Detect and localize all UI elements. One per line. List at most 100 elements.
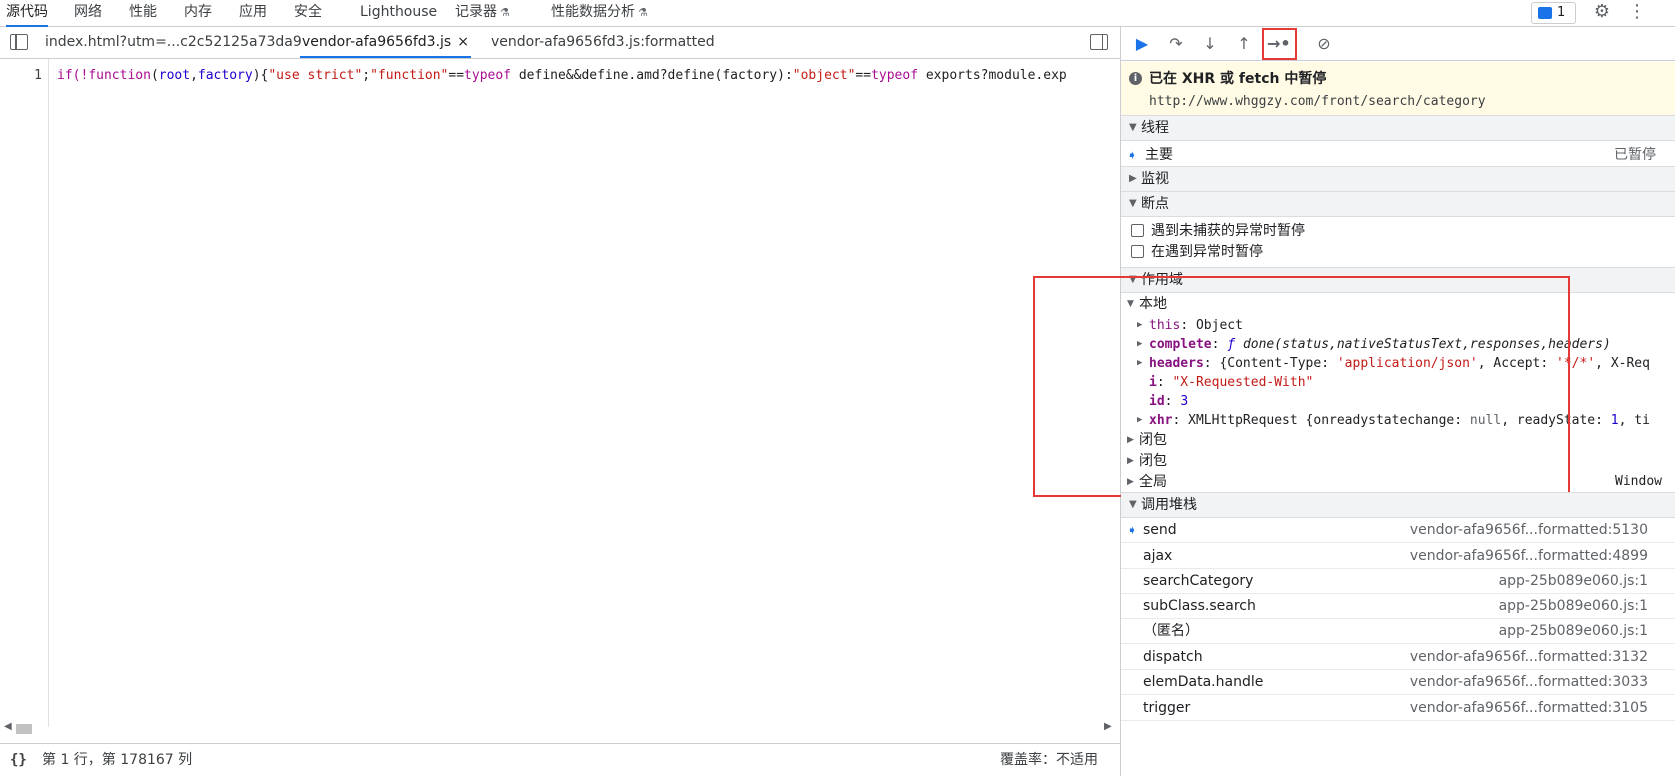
callstack-section-header[interactable]: ▼ 调用堆栈: [1121, 492, 1675, 518]
tab-lighthouse[interactable]: Lighthouse: [360, 0, 437, 26]
frame-function: subClass.search: [1143, 598, 1256, 614]
editor-status-bar: {} 第 1 行，第 178167 列 覆盖率：不适用: [0, 743, 1120, 776]
toggle-debugger-icon[interactable]: [1090, 34, 1108, 50]
code-token: ==: [855, 68, 872, 83]
expand-triangle-icon: ▼: [1129, 122, 1137, 133]
step-into-icon[interactable]: ↓: [1199, 33, 1221, 55]
code-line: if(!function(root,factory){"use strict";…: [57, 68, 1067, 83]
tab-memory[interactable]: 内存: [184, 0, 212, 26]
gear-icon[interactable]: ⚙: [1588, 0, 1616, 26]
thread-row-main[interactable]: ➧ 主要 已暂停: [1121, 143, 1675, 167]
flask-icon: ⚗: [500, 6, 510, 19]
toggle-navigator-icon[interactable]: [10, 34, 28, 50]
frame-function: trigger: [1143, 700, 1191, 716]
step-out-icon[interactable]: ↑: [1233, 33, 1255, 55]
pause-caught-option[interactable]: 在遇到异常时暂停: [1121, 241, 1675, 263]
scroll-left-icon[interactable]: ◀: [4, 721, 12, 732]
callstack-frame[interactable]: searchCategory app-25b089e060.js:1: [1121, 569, 1675, 594]
current-thread-icon: ➧: [1127, 148, 1138, 162]
code-token: typeof: [464, 68, 512, 83]
info-icon: i: [1129, 72, 1142, 85]
var-value-part: 1: [1610, 413, 1619, 428]
pause-uncaught-option[interactable]: 遇到未捕获的异常时暂停: [1121, 220, 1675, 242]
tab-security[interactable]: 安全: [294, 0, 322, 26]
file-tab-vendor[interactable]: vendor-afa9656fd3.js ×: [300, 27, 471, 58]
close-icon[interactable]: ×: [457, 34, 469, 50]
frame-function: ajax: [1143, 548, 1173, 564]
frame-location[interactable]: vendor-afa9656f...formatted:5130: [1410, 518, 1648, 542]
checkbox[interactable]: [1131, 224, 1144, 237]
line-number: 1: [34, 68, 42, 83]
paused-title: 已在 XHR 或 fetch 中暂停: [1149, 71, 1327, 87]
devtools-tab-bar: 源代码 网络 性能 内存 应用 安全 Lighthouse 记录器 ⚗ 性能数据分…: [0, 0, 1675, 27]
callstack-frame[interactable]: dispatch vendor-afa9656f...formatted:313…: [1121, 645, 1675, 670]
issues-button[interactable]: 1: [1531, 2, 1576, 24]
code-token: define&&define.amd?define(factory):: [511, 68, 793, 83]
callstack-frame[interactable]: ➧ send vendor-afa9656f...formatted:5130: [1121, 518, 1675, 543]
code-token: factory: [197, 68, 253, 83]
code-token: typeof: [871, 68, 919, 83]
tab-performance-insights[interactable]: 性能数据分析 ⚗: [551, 0, 648, 26]
code-token: ,: [190, 68, 198, 83]
tab-label: 源代码: [6, 4, 48, 20]
watch-section-header[interactable]: ▶ 监视: [1121, 166, 1675, 192]
more-options-icon[interactable]: ⋮: [1628, 0, 1646, 26]
debugger-sidebar: ▶ ↷ ↓ ↑ →• ⊘ i 已在 XHR 或 fetch 中暂停 http:/…: [1033, 27, 1675, 776]
section-label: 断点: [1141, 196, 1169, 212]
checkbox-label: 遇到未捕获的异常时暂停: [1151, 223, 1305, 239]
callstack-frame[interactable]: elemData.handle vendor-afa9656f...format…: [1121, 670, 1675, 695]
issues-icon: [1538, 7, 1552, 19]
frame-location[interactable]: vendor-afa9656f...formatted:3033: [1410, 670, 1648, 694]
frame-location[interactable]: vendor-afa9656f...formatted:3105: [1410, 696, 1648, 720]
paused-banner: i 已在 XHR 或 fetch 中暂停 http://www.whggzy.c…: [1121, 62, 1675, 120]
frame-function: elemData.handle: [1143, 674, 1264, 690]
code-token: root: [158, 68, 191, 83]
tab-performance[interactable]: 性能: [129, 0, 157, 26]
code-editor[interactable]: 1 if(!function(root,factory){"use strict…: [0, 59, 1120, 727]
current-frame-icon: ➧: [1127, 523, 1138, 537]
horizontal-scrollbar[interactable]: ◀ ▶: [0, 721, 1120, 737]
code-token: "use strict": [268, 68, 363, 83]
issues-count: 1: [1557, 5, 1566, 20]
code-token: (: [150, 68, 159, 83]
checkbox-label: 在遇到异常时暂停: [1151, 244, 1263, 260]
step-over-icon[interactable]: ↷: [1165, 33, 1187, 55]
resume-icon[interactable]: ▶: [1131, 33, 1153, 55]
scroll-right-icon[interactable]: ▶: [1104, 721, 1112, 732]
frame-location[interactable]: vendor-afa9656f...formatted:4899: [1410, 544, 1648, 568]
code-token: "function": [370, 68, 449, 83]
paused-url: http://www.whggzy.com/front/search/categ…: [1149, 94, 1486, 109]
breakpoints-section-header[interactable]: ▼ 断点: [1121, 191, 1675, 217]
tab-label: 记录器: [455, 4, 497, 20]
scope-value: Window: [1615, 474, 1662, 489]
frame-location[interactable]: app-25b089e060.js:1: [1499, 619, 1648, 643]
frame-function: （匿名）: [1143, 623, 1199, 639]
expand-triangle-icon: ▼: [1129, 198, 1137, 209]
checkbox[interactable]: [1131, 245, 1144, 258]
deactivate-breakpoints-icon[interactable]: ⊘: [1313, 33, 1335, 55]
tab-network[interactable]: 网络: [74, 0, 102, 26]
frame-function: searchCategory: [1143, 573, 1254, 589]
frame-location[interactable]: app-25b089e060.js:1: [1499, 569, 1648, 593]
var-value-part: , ti: [1618, 413, 1650, 428]
line-gutter: 1: [0, 59, 49, 727]
callstack-frame[interactable]: ajax vendor-afa9656f...formatted:4899: [1121, 544, 1675, 569]
tab-sources[interactable]: 源代码: [6, 0, 48, 27]
highlight-box-step: [1262, 28, 1297, 60]
callstack-frame[interactable]: trigger vendor-afa9656f...formatted:3105: [1121, 696, 1675, 721]
var-value-part: , X-Req: [1595, 356, 1650, 371]
tab-recorder[interactable]: 记录器 ⚗: [455, 0, 510, 26]
tab-application[interactable]: 应用: [239, 0, 267, 26]
code-token: ==: [448, 68, 465, 83]
callstack-frame[interactable]: subClass.search app-25b089e060.js:1: [1121, 594, 1675, 619]
threads-section-header[interactable]: ▼ 线程: [1121, 115, 1675, 141]
code-token: ;: [362, 68, 371, 83]
pretty-print-button[interactable]: {}: [10, 744, 27, 776]
file-tab-index[interactable]: index.html?utm=...c2c52125a73da9: [45, 27, 302, 58]
frame-location[interactable]: vendor-afa9656f...formatted:3132: [1410, 645, 1648, 669]
callstack-frame[interactable]: （匿名） app-25b089e060.js:1: [1121, 619, 1675, 644]
file-tab-vendor-formatted[interactable]: vendor-afa9656fd3.js:formatted: [491, 27, 715, 58]
scrollbar-thumb[interactable]: [16, 724, 32, 734]
frame-location[interactable]: app-25b089e060.js:1: [1499, 594, 1648, 618]
frame-function: dispatch: [1143, 649, 1203, 665]
